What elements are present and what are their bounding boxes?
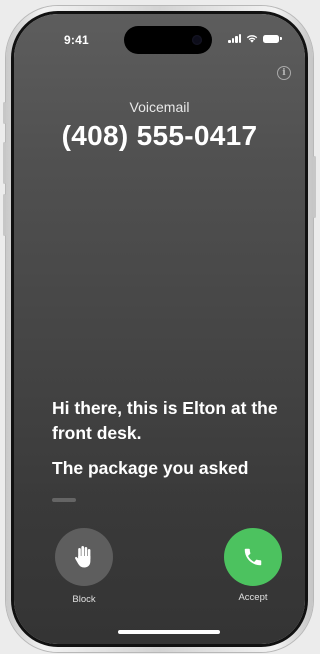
wifi-icon xyxy=(246,35,258,43)
transcript-fade xyxy=(14,484,305,524)
transcript-line: Hi there, this is Elton at the front des… xyxy=(52,398,278,443)
info-icon[interactable]: i xyxy=(277,66,291,80)
battery-icon xyxy=(263,34,282,43)
raised-hand-icon xyxy=(75,546,91,568)
caller-label: Voicemail xyxy=(129,99,190,115)
accept-button[interactable] xyxy=(224,528,282,586)
volume-down-button xyxy=(3,194,6,236)
phone-icon xyxy=(244,548,262,566)
block-button[interactable] xyxy=(55,528,113,586)
transcript-fading-text xyxy=(52,498,76,502)
status-icons xyxy=(228,34,282,43)
block-button-label: Block xyxy=(72,594,96,605)
power-button xyxy=(313,156,316,218)
action-button xyxy=(3,102,6,124)
accept-button-label: Accept xyxy=(238,592,268,603)
cellular-signal-icon xyxy=(228,34,241,43)
transcript-line: The package you asked xyxy=(52,458,249,478)
live-voicemail-transcript: Hi there, this is Elton at the front des… xyxy=(52,396,282,491)
call-screen: 9:41 i Voicemail (408) 555-0417 Hi there… xyxy=(14,14,305,644)
home-indicator[interactable] xyxy=(118,630,220,634)
front-camera-icon xyxy=(192,35,202,45)
dynamic-island xyxy=(124,26,212,54)
status-time: 9:41 xyxy=(64,33,89,47)
caller-number: (408) 555-0417 xyxy=(61,120,258,151)
volume-up-button xyxy=(3,142,6,184)
